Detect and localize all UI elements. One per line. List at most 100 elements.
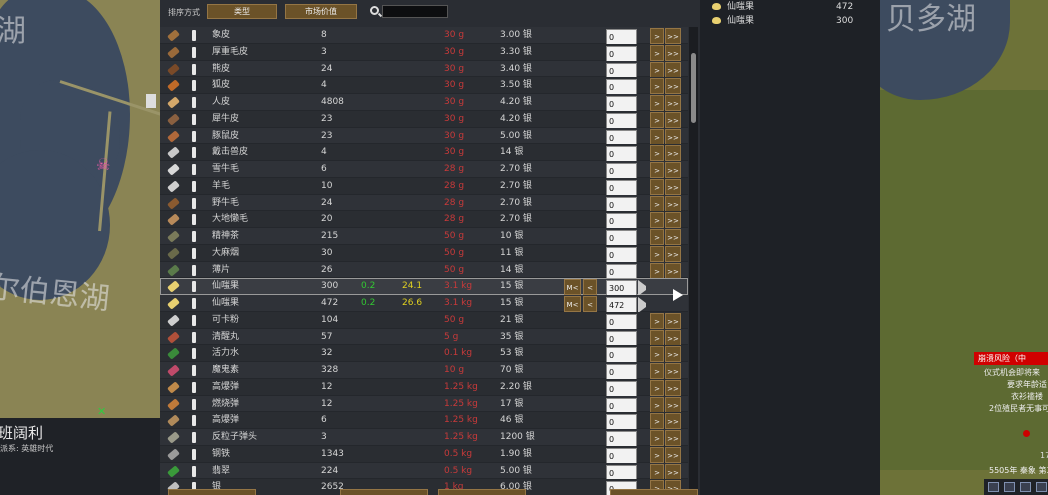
table-row[interactable]: 清醒丸 57 5 g 35 银 0 > >> (160, 328, 688, 347)
quantity-input[interactable]: 0 (606, 146, 637, 163)
move-all-right-button[interactable]: >> (665, 61, 681, 78)
move-right-button[interactable]: > (650, 229, 664, 245)
quantity-input[interactable]: 0 (606, 196, 637, 213)
quantity-input[interactable]: 0 (606, 397, 637, 414)
table-row[interactable]: 大地懒毛 20 28 g 2.70 银 0 > >> (160, 211, 688, 230)
quantity-input[interactable]: 0 (606, 464, 637, 481)
table-row[interactable]: 活力水 32 0.1 kg 53 银 0 > >> (160, 345, 688, 364)
table-row[interactable]: 反粒子弹头 3 1.25 kg 1200 银 0 > >> (160, 429, 688, 447)
move-right-button[interactable]: > (650, 95, 664, 111)
move-right-button[interactable]: > (650, 245, 664, 262)
table-row[interactable]: 戴击兽皮 4 30 g 14 银 0 > >> (160, 144, 688, 163)
quantity-input[interactable]: 472 (606, 297, 637, 313)
quantity-input[interactable]: 0 (606, 45, 637, 62)
move-all-right-button[interactable]: >> (665, 379, 681, 396)
move-right-button[interactable]: > (650, 413, 664, 430)
info-icon[interactable] (192, 94, 200, 110)
move-all-right-button[interactable]: >> (665, 78, 681, 95)
superfast-icon[interactable] (1036, 482, 1047, 492)
move-all-right-button[interactable]: >> (665, 95, 681, 111)
move-left-button[interactable]: < (583, 296, 597, 312)
move-right-button[interactable]: > (650, 28, 664, 44)
quantity-input[interactable]: 0 (606, 447, 637, 464)
table-row[interactable]: 犀牛皮 23 30 g 4.20 银 0 > >> (160, 110, 688, 129)
info-icon[interactable] (192, 379, 200, 395)
info-icon[interactable] (192, 446, 200, 462)
alert-age[interactable]: 要求年龄适 (1007, 379, 1047, 390)
move-right-button[interactable]: > (650, 379, 664, 396)
info-icon[interactable] (192, 412, 200, 428)
info-icon[interactable] (192, 161, 200, 177)
move-all-right-button[interactable]: >> (665, 229, 681, 245)
table-row[interactable]: 羊毛 10 28 g 2.70 银 0 > >> (160, 177, 688, 196)
move-all-right-button[interactable]: >> (665, 463, 681, 480)
table-row[interactable]: 雪牛毛 6 28 g 2.70 银 0 > >> (160, 161, 688, 179)
move-all-right-button[interactable]: >> (665, 396, 681, 413)
bottom-button[interactable] (168, 489, 256, 495)
info-icon[interactable] (192, 295, 200, 311)
quantity-input[interactable]: 300 (606, 280, 637, 297)
move-right-button[interactable]: > (650, 78, 664, 95)
table-row[interactable]: 野牛毛 24 28 g 2.70 银 0 > >> (160, 194, 688, 213)
quantity-input[interactable]: 0 (606, 213, 637, 230)
table-row[interactable]: 仙嗤果 300 0.2 24.1 3.1 kg 15 银 M< <300 (160, 278, 688, 297)
move-all-right-button[interactable]: >> (665, 44, 681, 61)
quantity-input[interactable]: 0 (606, 112, 637, 129)
table-row[interactable]: 厚重毛皮 3 30 g 3.30 银 0 > >> (160, 43, 688, 62)
info-icon[interactable] (192, 245, 200, 261)
info-icon[interactable] (192, 44, 200, 60)
location-pin-icon[interactable] (1023, 430, 1030, 437)
table-row[interactable]: 薄片 26 50 g 14 银 0 > >> (160, 261, 688, 280)
world-map-left[interactable]: 湖 尔伯恩湖 ☠ ✕ 班阔利 派系: 英雄时代 (0, 0, 160, 495)
move-all-left-button[interactable]: M< (564, 279, 581, 296)
quantity-input[interactable]: 0 (606, 163, 637, 179)
sort-by-type-button[interactable]: 类型 (207, 4, 277, 19)
info-icon[interactable] (192, 312, 200, 328)
table-row[interactable]: 魔鬼素 328 10 g 70 银 0 > >> (160, 362, 688, 380)
info-icon[interactable] (192, 429, 200, 445)
table-row[interactable]: 高爆弹 6 1.25 kg 46 银 0 > >> (160, 412, 688, 431)
move-all-right-button[interactable]: >> (665, 430, 681, 446)
scrollbar[interactable] (689, 27, 698, 495)
table-row[interactable]: 高爆弹 12 1.25 kg 2.20 银 0 > >> (160, 378, 688, 397)
alert-ritual[interactable]: 仪式机会即将来 (984, 367, 1040, 378)
move-all-right-button[interactable]: >> (665, 111, 681, 128)
bottom-button[interactable] (438, 489, 526, 495)
quantity-input[interactable]: 0 (606, 96, 637, 112)
move-right-button[interactable]: > (650, 463, 664, 480)
move-right-button[interactable]: > (650, 212, 664, 229)
alert-idle[interactable]: 2位殖民者无事可 (989, 403, 1048, 414)
move-all-right-button[interactable]: >> (665, 128, 681, 145)
quantity-input[interactable]: 0 (606, 330, 637, 347)
table-row[interactable]: 燃烧弹 12 1.25 kg 17 银 0 > >> (160, 395, 688, 414)
move-all-left-button[interactable]: M< (564, 296, 581, 312)
move-right-button[interactable]: > (650, 128, 664, 145)
move-all-right-button[interactable]: >> (665, 162, 681, 178)
table-row[interactable]: 精神茶 215 50 g 10 银 0 > >> (160, 228, 688, 246)
sort-by-value-button[interactable]: 市场价值 (285, 4, 357, 19)
move-right-button[interactable]: > (650, 162, 664, 178)
table-row[interactable]: 大麻烟 30 50 g 11 银 0 > >> (160, 244, 688, 263)
move-all-right-button[interactable]: >> (665, 145, 681, 162)
info-icon[interactable] (192, 27, 200, 43)
quantity-input[interactable]: 0 (606, 414, 637, 431)
move-right-button[interactable]: > (650, 312, 664, 329)
info-icon[interactable] (192, 77, 200, 93)
move-right-button[interactable]: > (650, 329, 664, 346)
move-left-button[interactable]: < (583, 279, 597, 296)
quantity-input[interactable]: 0 (606, 347, 637, 364)
play-icon[interactable] (1004, 482, 1015, 492)
quantity-input[interactable]: 0 (606, 246, 637, 263)
move-right-button[interactable]: > (650, 446, 664, 463)
move-all-right-button[interactable]: >> (665, 363, 681, 379)
info-icon[interactable] (192, 128, 200, 144)
move-all-right-button[interactable]: >> (665, 312, 681, 329)
info-icon[interactable] (192, 195, 200, 211)
move-right-button[interactable]: > (650, 262, 664, 279)
world-map-right[interactable]: 贝多湖 崩溃风险（中 仪式机会即将来 要求年龄适 衣衫褴褛 2位殖民者无事可 1… (880, 0, 1048, 495)
move-all-right-button[interactable]: >> (665, 212, 681, 229)
move-right-button[interactable]: > (650, 178, 664, 195)
info-icon[interactable] (192, 329, 200, 345)
move-all-right-button[interactable]: >> (665, 446, 681, 463)
info-icon[interactable] (192, 211, 200, 227)
